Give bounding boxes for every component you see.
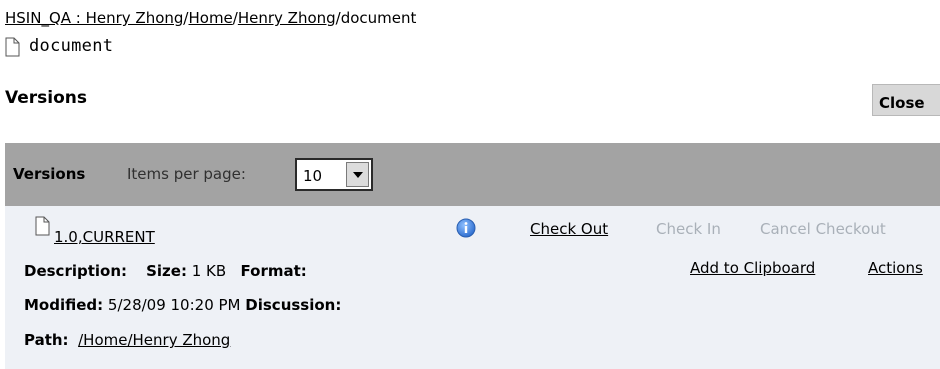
version-meta-line-1: Description: Size: 1 KB Format:	[24, 262, 307, 280]
breadcrumb: HSIN_QA : Henry Zhong/Home/Henry Zhong/d…	[5, 9, 416, 27]
dropdown-arrow-icon[interactable]	[346, 162, 369, 187]
version-meta-line-3: Path: /Home/Henry Zhong	[24, 331, 230, 349]
format-label: Format:	[240, 262, 307, 280]
breadcrumb-home-link[interactable]: Home	[188, 9, 232, 27]
versions-toolbar: Versions Items per page: 10	[5, 143, 940, 206]
size-value: 1 KB	[191, 262, 227, 280]
version-meta-line-2: Modified: 5/28/09 10:20 PM Discussion:	[24, 296, 341, 314]
document-name: document	[29, 36, 114, 56]
cancel-checkout-link: Cancel Checkout	[760, 220, 886, 238]
document-title: document	[5, 34, 113, 58]
page-title: Versions	[5, 88, 87, 108]
check-in-link: Check In	[656, 220, 721, 238]
breadcrumb-user-link[interactable]: Henry Zhong	[238, 9, 336, 27]
toolbar-title: Versions	[13, 165, 86, 183]
description-label: Description:	[24, 262, 128, 280]
info-icon[interactable]	[456, 218, 476, 242]
modified-value: 5/28/09 10:20 PM	[107, 296, 241, 314]
actions-link[interactable]: Actions	[868, 259, 923, 277]
close-button[interactable]: Close	[872, 84, 940, 116]
path-link[interactable]: /Home/Henry Zhong	[78, 331, 230, 349]
size-label: Size:	[146, 262, 187, 280]
breadcrumb-current: document	[340, 9, 417, 27]
check-out-link[interactable]: Check Out	[530, 220, 608, 238]
path-label: Path:	[24, 331, 69, 349]
discussion-label: Discussion:	[245, 296, 342, 314]
items-per-page-label: Items per page:	[127, 165, 246, 183]
modified-label: Modified:	[24, 296, 104, 314]
add-to-clipboard-link[interactable]: Add to Clipboard	[690, 259, 815, 277]
document-icon	[5, 37, 20, 56]
document-icon	[35, 216, 50, 240]
breadcrumb-root-link[interactable]: HSIN_QA : Henry Zhong	[5, 9, 183, 27]
items-per-page-select[interactable]: 10	[295, 158, 373, 191]
version-link[interactable]: 1.0,CURRENT	[54, 228, 155, 246]
items-per-page-value: 10	[303, 167, 323, 185]
